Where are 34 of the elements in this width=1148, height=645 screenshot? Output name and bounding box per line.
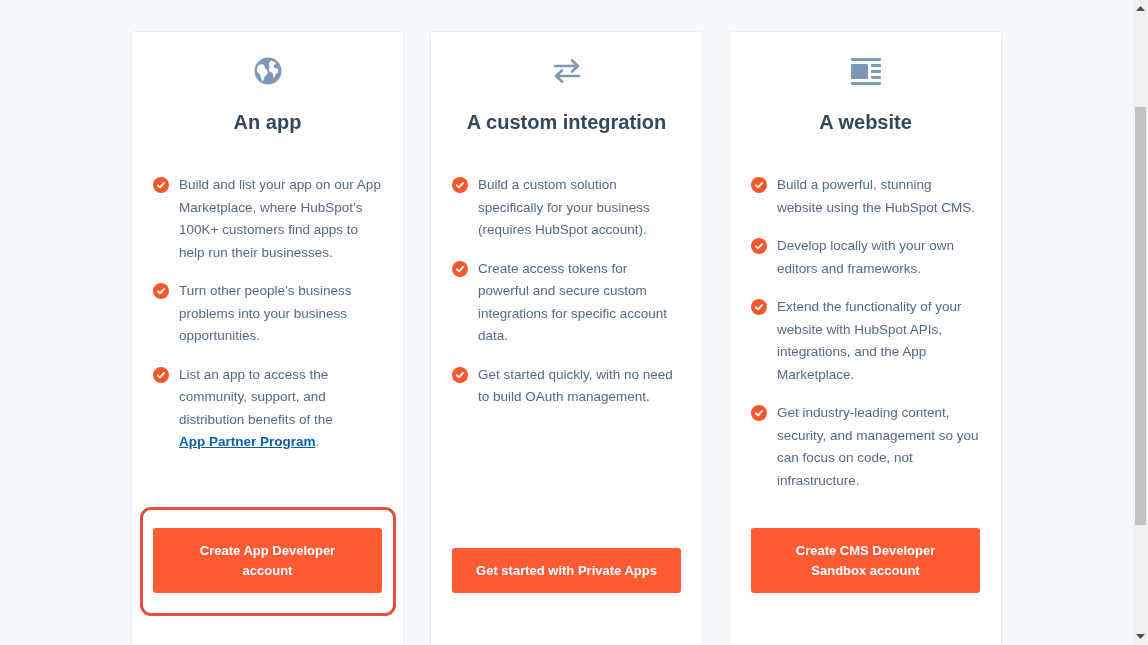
check-circle-icon (751, 238, 767, 254)
scrollbar-thumb[interactable] (1135, 107, 1146, 525)
check-circle-icon (751, 177, 767, 193)
feature-text: Turn other people’s business problems into your business opportunities. (179, 282, 353, 345)
create-account-button[interactable]: Create App Developer account (153, 528, 382, 593)
create-account-button[interactable]: Create CMS Developer Sandbox account (751, 528, 980, 593)
scroll-down-icon[interactable] (1136, 634, 1145, 639)
globe-icon (253, 57, 282, 85)
create-account-button[interactable]: Get started with Private Apps (452, 548, 681, 593)
feature-text: Build a powerful, stunning website using the HubSpot CMS. (777, 176, 977, 217)
text-link[interactable]: App Partner Program (179, 434, 316, 449)
check-circle-icon (153, 177, 169, 193)
feature-text: Develop locally with your own editors and frameworks. (777, 237, 956, 278)
check-circle-icon (452, 177, 468, 193)
check-circle-icon (153, 283, 169, 299)
swap-arrows-icon (551, 58, 582, 84)
feature-text: Get started quickly, with no need to build OAuth management. (478, 365, 674, 406)
card-title: A website (818, 110, 913, 135)
scrollbar[interactable] (1133, 0, 1148, 645)
check-circle-icon (452, 260, 468, 277)
page-layout-icon (850, 57, 881, 85)
feature-text: Build and list your app on our App Marketplace, where HubSpot’s 100K+ customers find apps to help run their businesses. (179, 176, 382, 262)
scroll-up-icon[interactable] (1136, 6, 1145, 11)
feature-text: Get industry-leading content, security, and management so you can focus on code, not infrastructure. (777, 404, 980, 490)
feature-text: List an app to access the community, support, and distribution benefits of the App Partner Program. (179, 365, 334, 451)
check-circle-icon (751, 299, 767, 315)
card-title: An app (232, 110, 303, 135)
check-circle-icon (452, 366, 468, 383)
feature-text: Build a custom solution specifically for your business (requires HubSpot account). (478, 176, 651, 239)
check-circle-icon (751, 405, 767, 421)
card-title: A custom integration (465, 110, 668, 135)
feature-text: Extend the functionality of your website with HubSpot APIs, integrations, and the App Marketplace. (777, 298, 963, 384)
feature-text: Create access tokens for powerful and secure custom integrations for specific account data. (478, 259, 669, 345)
check-circle-icon (153, 366, 169, 383)
